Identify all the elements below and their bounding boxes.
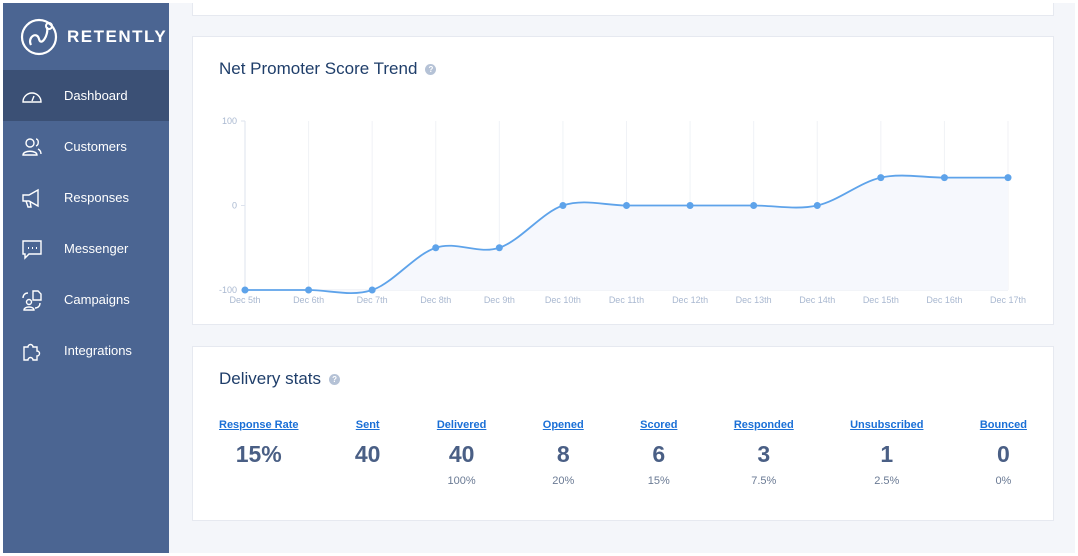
x-tick-label: Dec 5th: [229, 295, 260, 305]
stat-percent: 0%: [995, 475, 1012, 487]
sidebar-item-integrations[interactable]: Integrations: [3, 325, 169, 376]
stat-link[interactable]: Sent: [355, 419, 381, 431]
sidebar: RETENTLY Dashboard Customers Responses M…: [3, 3, 169, 553]
sidebar-item-label: Campaigns: [64, 292, 130, 307]
stat-link[interactable]: Bounced: [980, 419, 1027, 431]
stat-value: 3: [757, 441, 771, 467]
delivery-stats-card: Delivery stats? Response Rate 15% Sent 40 De…: [192, 346, 1054, 521]
sidebar-item-label: Responses: [64, 190, 130, 205]
stat-percent: [355, 475, 381, 488]
stat-link[interactable]: Responded: [734, 419, 794, 431]
stat-link[interactable]: Delivered: [437, 419, 487, 431]
stat-link[interactable]: Unsubscribed: [850, 419, 923, 431]
sidebar-item-label: Integrations: [64, 343, 132, 358]
sidebar-item-campaigns[interactable]: Campaigns: [3, 274, 169, 325]
data-point: [432, 244, 440, 252]
stat-percent: 7.5%: [751, 475, 777, 487]
stat-delivered: Delivered 40 100%: [437, 419, 487, 488]
x-tick-label: Dec 11th: [609, 295, 644, 305]
y-tick-label: 100: [222, 116, 237, 126]
stat-value: 40: [448, 441, 475, 467]
stat-sent: Sent 40: [355, 419, 381, 488]
puzzle-icon: [23, 343, 41, 361]
sidebar-item-dashboard[interactable]: Dashboard: [3, 70, 169, 121]
x-tick-label: Dec 15th: [863, 295, 899, 305]
data-point: [750, 202, 758, 209]
stat-value: 40: [354, 441, 381, 467]
previous-card: [192, 3, 1054, 16]
sidebar-item-messenger[interactable]: Messenger: [3, 223, 169, 274]
x-tick-label: Dec 6th: [293, 295, 324, 305]
stat-response-rate: Response Rate 15%: [219, 419, 298, 488]
card-title-text: Delivery stats: [219, 369, 322, 388]
x-tick-label: Dec 9th: [484, 295, 515, 305]
retently-logo-icon: [20, 18, 58, 55]
logo[interactable]: RETENTLY: [3, 3, 169, 70]
sidebar-item-customers[interactable]: Customers: [3, 121, 169, 172]
stat-value: 0: [996, 441, 1010, 467]
x-tick-label: Dec 8th: [420, 295, 451, 305]
data-point: [305, 286, 313, 294]
x-tick-label: Dec 16th: [926, 295, 962, 305]
stat-value: 15%: [235, 441, 282, 467]
stat-scored: Scored 6 15%: [640, 419, 677, 488]
x-tick-label: Dec 7th: [357, 295, 388, 305]
campaigns-icon: [22, 289, 42, 311]
stat-opened: Opened 8 20%: [543, 419, 584, 488]
data-point: [877, 174, 885, 182]
x-tick-label: Dec 14th: [799, 295, 835, 305]
data-point: [686, 202, 694, 209]
stats-row: Response Rate 15% Sent 40 Delivered 40 100% Ope…: [219, 419, 1027, 488]
sidebar-item-label: Customers: [64, 139, 127, 154]
help-icon[interactable]: ?: [329, 373, 341, 385]
customers-icon: [22, 137, 42, 156]
stat-link[interactable]: Scored: [640, 419, 677, 431]
data-point: [813, 202, 821, 209]
x-tick-label: Dec 12th: [672, 295, 708, 305]
x-tick-label: Dec 13th: [736, 295, 772, 305]
app-window: RETENTLY Dashboard Customers Responses M…: [3, 3, 1075, 553]
brand-name: RETENTLY: [67, 26, 168, 46]
y-tick-label: -100: [219, 285, 237, 295]
stat-bounced: Bounced 0 0%: [980, 419, 1027, 488]
stat-percent: 2.5%: [874, 475, 900, 487]
stat-unsubscribed: Unsubscribed 1 2.5%: [850, 419, 923, 488]
stat-percent: 15%: [647, 475, 670, 487]
nps-trend-card: Net Promoter Score Trend? Dec 5th Dec 6th…: [192, 36, 1054, 325]
stat-link[interactable]: Opened: [543, 419, 584, 431]
nps-trend-chart: Dec 5th Dec 6th Dec 7th Dec 8th Dec 9th Dec 1…: [219, 116, 1026, 305]
stat-value: 8: [556, 441, 570, 467]
x-tick-label: Dec 10th: [545, 295, 581, 305]
stat-value: 6: [652, 441, 666, 467]
data-point: [1004, 174, 1012, 182]
data-point: [940, 174, 948, 182]
data-point: [241, 286, 249, 294]
y-tick-label: 0: [232, 201, 237, 211]
stat-percent: [219, 475, 298, 488]
stat-link[interactable]: Response Rate: [219, 419, 298, 431]
data-point: [623, 202, 630, 209]
data-point: [559, 202, 567, 209]
delivery-stats-title: Delivery stats?: [219, 369, 341, 389]
chat-bubble-icon: [22, 239, 42, 260]
data-point: [495, 244, 503, 252]
megaphone-icon: [22, 188, 39, 208]
sidebar-item-label: Messenger: [64, 241, 129, 256]
sidebar-item-responses[interactable]: Responses: [3, 172, 169, 223]
stat-percent: 100%: [447, 475, 476, 487]
data-point: [368, 286, 376, 294]
stat-percent: 20%: [552, 475, 575, 487]
dashboard-gauge-icon: [22, 91, 42, 103]
stat-value: 1: [880, 441, 894, 467]
sidebar-item-label: Dashboard: [64, 88, 128, 103]
x-tick-label: Dec 17th: [990, 295, 1026, 305]
stat-responded: Responded 3 7.5%: [734, 419, 794, 488]
